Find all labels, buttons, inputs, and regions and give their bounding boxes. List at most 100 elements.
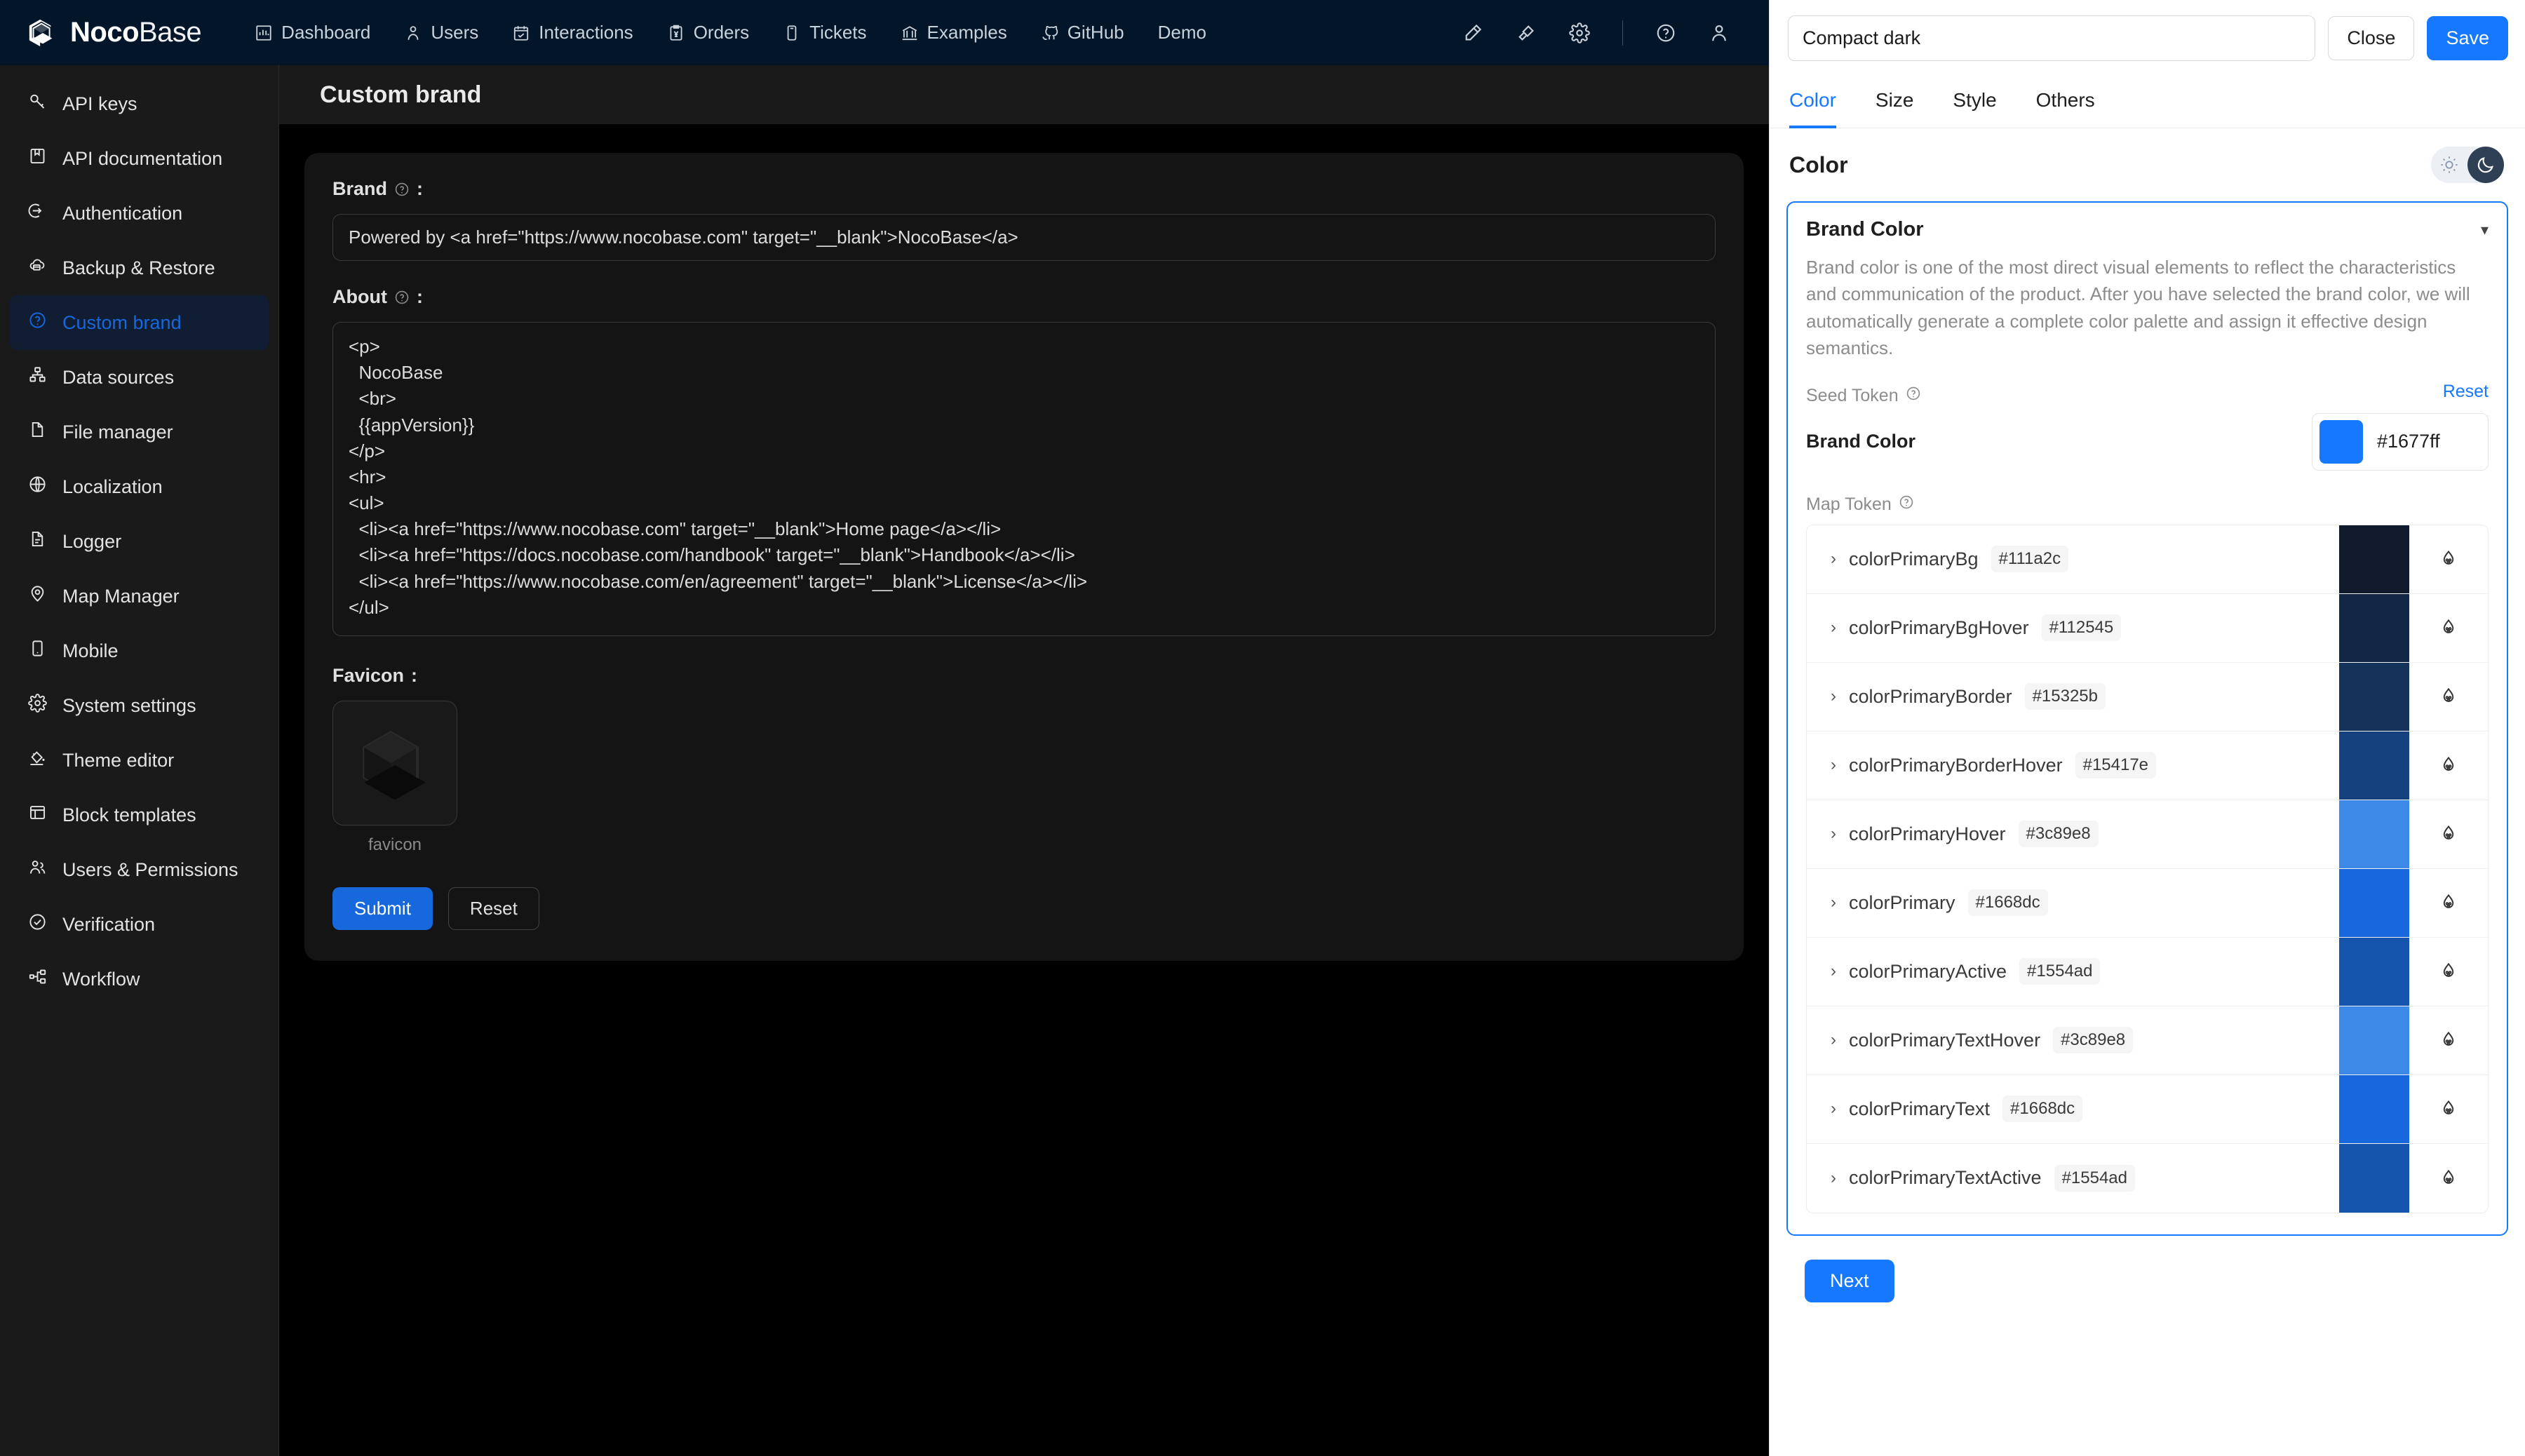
about-textarea[interactable]: <p> NocoBase <br> {{appVersion}} </p> <h… [332,322,1716,636]
gear-icon[interactable] [1569,22,1590,43]
moon-icon[interactable] [2467,147,2504,183]
color-picker-icon[interactable] [2409,938,2488,1006]
token-hex: #111a2c [1991,546,2069,573]
chevron-right-icon[interactable]: › [1831,549,1836,569]
sidebar-item-theme-editor[interactable]: Theme editor [10,733,269,788]
reset-link[interactable]: Reset [2443,382,2489,402]
next-button[interactable]: Next [1805,1259,1894,1302]
theme-mode-toggle[interactable] [2431,147,2504,183]
sidebar-item-file-manager[interactable]: File manager [10,405,269,459]
color-picker-icon[interactable] [2409,869,2488,937]
token-swatch[interactable] [2339,1006,2409,1074]
favicon-thumbnail[interactable] [332,701,457,825]
tab-color[interactable]: Color [1789,76,1836,128]
table-row[interactable]: › colorPrimaryTextActive #1554ad [1807,1143,2488,1213]
brand-input[interactable] [332,214,1716,261]
highlighter-icon[interactable] [1462,22,1483,43]
close-button[interactable]: Close [2328,16,2415,60]
sidebar-item-api-keys[interactable]: API keys [10,76,269,131]
color-picker-icon[interactable] [2409,525,2488,593]
table-row[interactable]: › colorPrimaryBg #111a2c [1807,525,2488,594]
brand-color-section-header[interactable]: Brand Color ▾ [1806,218,2489,241]
sidebar-item-data-sources[interactable]: Data sources [10,350,269,405]
tab-size[interactable]: Size [1876,76,1913,128]
chevron-right-icon[interactable]: › [1831,687,1836,706]
chevron-down-icon[interactable]: ▾ [2481,221,2489,239]
sidebar-item-api-documentation[interactable]: API documentation [10,131,269,186]
color-picker-icon[interactable] [2409,1006,2488,1074]
color-picker-icon[interactable] [2409,732,2488,800]
sidebar-item-system-settings[interactable]: System settings [10,678,269,733]
sidebar-item-localization[interactable]: Localization [10,459,269,514]
theme-name-input[interactable] [1788,15,2316,61]
sidebar-item-logger[interactable]: Logger [10,514,269,569]
sidebar-item-block-templates[interactable]: Block templates [10,788,269,842]
brand-color-picker[interactable]: #1677ff [2312,412,2489,471]
tab-style[interactable]: Style [1953,76,1996,128]
chevron-right-icon[interactable]: › [1831,893,1836,912]
table-row[interactable]: › colorPrimaryTextHover #3c89e8 [1807,1006,2488,1075]
token-swatch[interactable] [2339,868,2409,937]
chevron-right-icon[interactable]: › [1831,824,1836,844]
nav-item-users[interactable]: Users [390,15,492,50]
token-swatch[interactable] [2339,593,2409,662]
nav-item-examples[interactable]: Examples [887,15,1021,50]
token-swatch[interactable] [2339,525,2409,593]
token-swatch[interactable] [2339,1143,2409,1213]
nocobase-logo[interactable]: NocoBase [27,17,202,49]
sidebar-item-workflow[interactable]: Workflow [10,952,269,1006]
sidebar-item-verification[interactable]: Verification [10,897,269,952]
table-row[interactable]: › colorPrimaryHover #3c89e8 [1807,800,2488,869]
sidebar-item-authentication[interactable]: Authentication [10,186,269,241]
plugin-icon[interactable] [1516,22,1537,43]
table-row[interactable]: › colorPrimary #1668dc [1807,868,2488,938]
nav-item-tickets[interactable]: Tickets [769,15,880,50]
sidebar-item-map-manager[interactable]: Map Manager [10,569,269,623]
sidebar-item-users-permissions[interactable]: Users & Permissions [10,842,269,897]
question-circle-icon[interactable] [1899,494,1914,515]
table-row[interactable]: › colorPrimaryBorder #15325b [1807,662,2488,732]
chevron-right-icon[interactable]: › [1831,1099,1836,1119]
reset-button[interactable]: Reset [447,887,539,930]
token-swatch[interactable] [2339,731,2409,800]
question-circle-icon[interactable] [394,290,410,305]
sidebar-item-backup-restore[interactable]: Backup & Restore [10,241,269,295]
chevron-right-icon[interactable]: › [1831,618,1836,638]
color-picker-icon[interactable] [2409,1144,2488,1213]
color-picker-icon[interactable] [2409,594,2488,662]
sidebar-item-mobile[interactable]: Mobile [10,623,269,678]
chevron-right-icon[interactable]: › [1831,1030,1836,1050]
color-picker-icon[interactable] [2409,663,2488,731]
token-swatch[interactable] [2339,1074,2409,1143]
save-button[interactable]: Save [2427,16,2508,60]
chevron-right-icon[interactable]: › [1831,1168,1836,1188]
tab-others[interactable]: Others [2036,76,2095,128]
table-row[interactable]: › colorPrimaryBgHover #112545 [1807,593,2488,663]
sidebar-item-label: Custom brand [62,311,182,333]
nav-item-interactions[interactable]: Interactions [498,15,647,50]
token-swatch[interactable] [2339,662,2409,731]
workflow-icon [28,967,47,991]
color-picker-icon[interactable] [2409,1075,2488,1143]
sidebar-item-custom-brand[interactable]: Custom brand [10,295,269,350]
sun-icon[interactable] [2431,155,2467,175]
chevron-right-icon[interactable]: › [1831,755,1836,775]
color-picker-icon[interactable] [2409,800,2488,868]
seed-token-row: Reset Seed Token Brand Color #1677ff [1806,382,2489,471]
table-row[interactable]: › colorPrimaryText #1668dc [1807,1074,2488,1144]
help-circle-icon[interactable] [1655,22,1676,43]
token-swatch[interactable] [2339,800,2409,868]
table-row[interactable]: › colorPrimaryActive #1554ad [1807,937,2488,1006]
submit-button[interactable]: Submit [332,887,433,930]
nav-item-orders[interactable]: Orders [653,15,763,50]
nav-item-github[interactable]: GitHub [1027,15,1138,50]
brand-color-swatch[interactable] [2319,419,2363,464]
question-circle-icon[interactable] [394,182,410,197]
chevron-right-icon[interactable]: › [1831,962,1836,981]
nav-item-demo[interactable]: Demo [1144,15,1220,50]
nav-item-dashboard[interactable]: Dashboard [241,15,384,50]
table-row[interactable]: › colorPrimaryBorderHover #15417e [1807,731,2488,800]
avatar-icon[interactable] [1709,22,1730,43]
question-circle-icon[interactable] [1906,386,1921,406]
token-swatch[interactable] [2339,937,2409,1006]
